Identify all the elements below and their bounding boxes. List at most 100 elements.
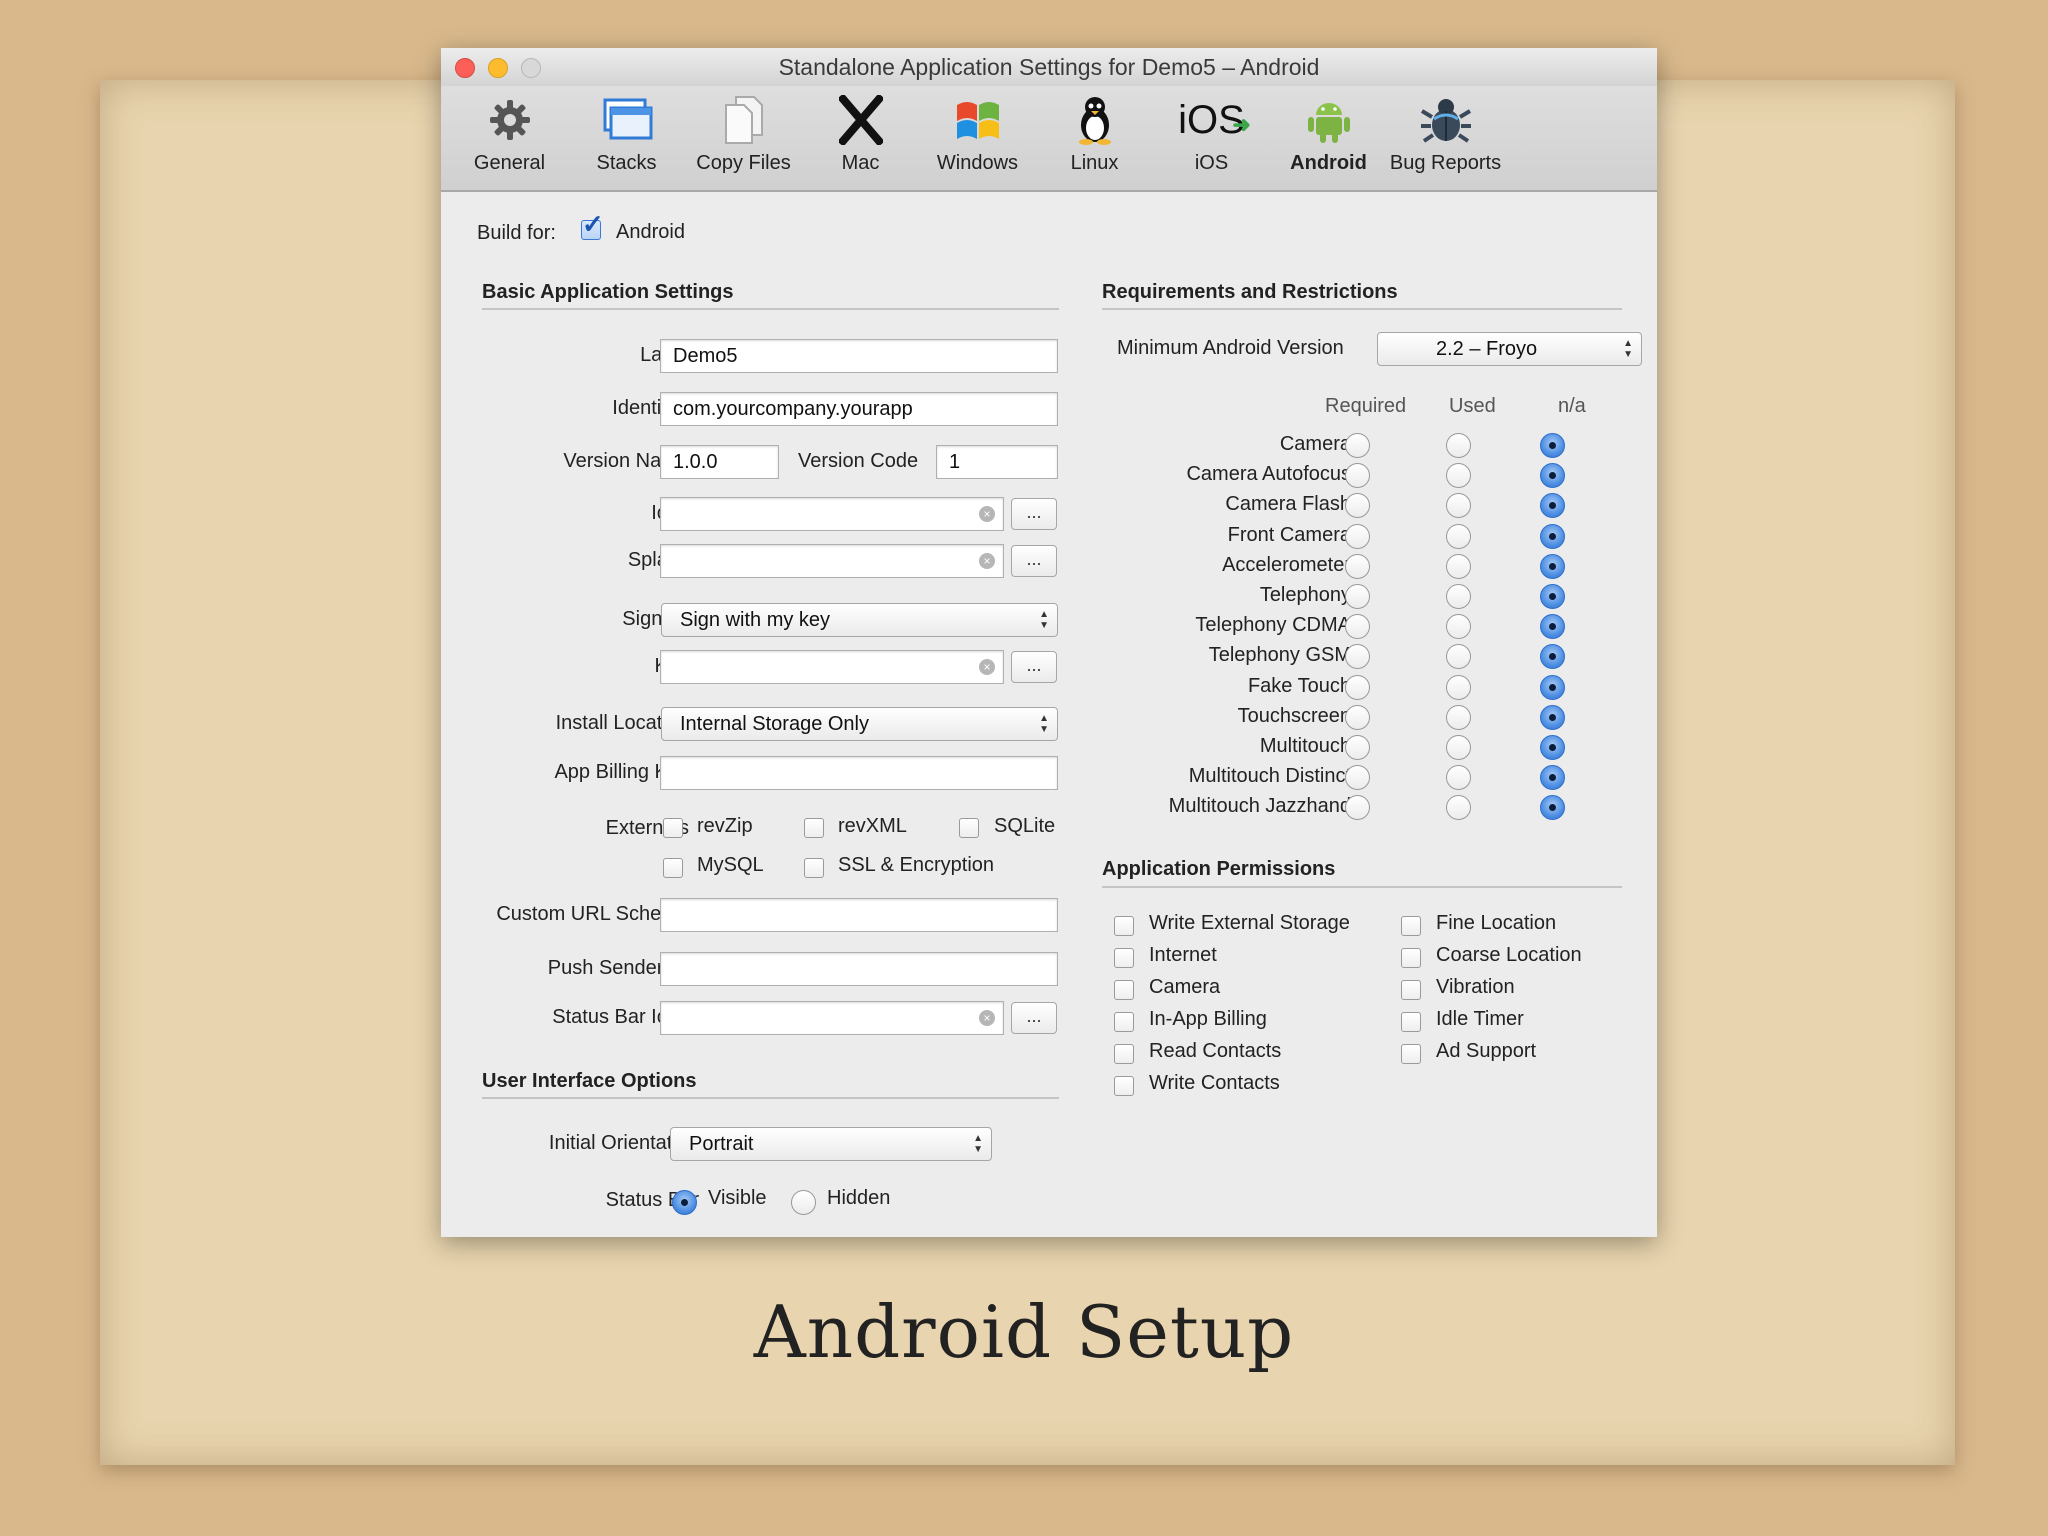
status-bar-visible-radio[interactable] — [672, 1190, 697, 1215]
tab-android[interactable]: Android — [1270, 86, 1387, 190]
permission-label: Idle Timer — [1436, 1008, 1524, 1030]
build-for-android-checkbox[interactable]: ✓ — [581, 211, 604, 240]
push-sender-id-input[interactable] — [660, 952, 1058, 986]
zoom-button[interactable] — [521, 58, 541, 78]
requirement-required-radio[interactable] — [1345, 584, 1370, 609]
requirement-na-radio[interactable] — [1540, 735, 1565, 760]
requirement-required-radio[interactable] — [1345, 553, 1370, 579]
requirement-used-radio[interactable] — [1446, 795, 1471, 821]
custom-url-scheme-label: Custom URL Scheme — [496, 903, 689, 925]
min-android-version-select[interactable]: 2.2 – Froyo ▲ ▼ — [1377, 332, 1642, 366]
requirement-used-radio[interactable] — [1446, 553, 1471, 579]
permission-checkbox[interactable] — [1401, 916, 1421, 936]
permission-checkbox[interactable] — [1401, 980, 1421, 1000]
requirement-used-radio[interactable] — [1446, 704, 1471, 730]
requirement-used-radio[interactable] — [1446, 463, 1471, 489]
tab-ios[interactable]: iOS ➜ iOS — [1153, 86, 1270, 190]
splash-field-label: Splash — [627, 549, 689, 571]
clear-icon[interactable]: × — [979, 553, 995, 569]
tab-copy-files-label: Copy Files — [696, 152, 791, 174]
permission-checkbox[interactable] — [1114, 916, 1134, 936]
requirement-required-radio[interactable] — [1345, 735, 1370, 760]
permission-checkbox[interactable] — [1114, 948, 1134, 968]
splash-input[interactable]: × — [660, 544, 1004, 578]
permission-checkbox[interactable] — [1114, 1012, 1134, 1032]
initial-orientation-select[interactable]: Portrait ▲ ▼ — [670, 1127, 992, 1161]
signing-select[interactable]: Sign with my key ▲ ▼ — [661, 603, 1058, 637]
permission-checkbox[interactable] — [1401, 1012, 1421, 1032]
permission-checkbox[interactable] — [1401, 948, 1421, 968]
permission-label: Write External Storage — [1149, 912, 1350, 934]
tab-stacks[interactable]: Stacks — [568, 86, 685, 190]
permission-checkbox[interactable] — [1401, 1044, 1421, 1064]
revxml-checkbox[interactable] — [804, 818, 824, 838]
requirement-na-radio[interactable] — [1540, 704, 1565, 730]
clear-icon[interactable]: × — [979, 1010, 995, 1026]
title-bar: Standalone Application Settings for Demo… — [441, 48, 1657, 86]
requirement-na-radio[interactable] — [1540, 584, 1565, 609]
tab-windows[interactable]: Windows — [919, 86, 1036, 190]
tab-bug-reports[interactable]: Bug Reports — [1387, 86, 1504, 190]
requirement-na-radio[interactable] — [1540, 493, 1565, 519]
requirement-used-radio[interactable] — [1446, 614, 1471, 640]
requirement-required-radio[interactable] — [1345, 493, 1370, 519]
requirement-required-radio[interactable] — [1345, 795, 1370, 821]
clear-icon[interactable]: × — [979, 506, 995, 522]
requirement-na-radio[interactable] — [1540, 463, 1565, 489]
permission-checkbox[interactable] — [1114, 1076, 1134, 1096]
requirement-used-radio[interactable] — [1446, 674, 1471, 700]
requirement-required-radio[interactable] — [1345, 704, 1370, 730]
install-location-select[interactable]: Internal Storage Only ▲ ▼ — [661, 707, 1058, 741]
close-button[interactable] — [455, 58, 475, 78]
custom-url-scheme-input[interactable] — [660, 898, 1058, 932]
requirement-used-radio[interactable] — [1446, 493, 1471, 519]
mysql-checkbox[interactable] — [663, 858, 683, 878]
key-input[interactable]: × — [660, 650, 1004, 684]
tab-android-label: Android — [1290, 152, 1367, 174]
requirement-used-radio[interactable] — [1446, 433, 1471, 458]
permission-checkbox[interactable] — [1114, 1044, 1134, 1064]
requirement-required-radio[interactable] — [1345, 674, 1370, 700]
minimize-button[interactable] — [488, 58, 508, 78]
requirement-na-radio[interactable] — [1540, 614, 1565, 640]
requirement-required-radio[interactable] — [1345, 644, 1370, 670]
requirement-required-radio[interactable] — [1345, 765, 1370, 791]
identifier-input[interactable]: com.yourcompany.yourapp — [660, 392, 1058, 426]
version-code-input[interactable]: 1 — [936, 445, 1058, 479]
requirement-na-radio[interactable] — [1540, 795, 1565, 821]
requirement-used-radio[interactable] — [1446, 584, 1471, 609]
requirement-required-radio[interactable] — [1345, 523, 1370, 549]
ssl-encryption-checkbox[interactable] — [804, 858, 824, 878]
requirement-na-radio[interactable] — [1540, 674, 1565, 700]
requirement-na-radio[interactable] — [1540, 523, 1565, 549]
tab-mac[interactable]: Mac — [802, 86, 919, 190]
requirement-na-radio[interactable] — [1540, 553, 1565, 579]
requirement-required-radio[interactable] — [1345, 463, 1370, 489]
requirement-required-radio[interactable] — [1345, 614, 1370, 640]
icon-input[interactable]: × — [660, 497, 1004, 531]
permission-checkbox[interactable] — [1114, 980, 1134, 1000]
tab-general[interactable]: General — [451, 86, 568, 190]
requirement-na-radio[interactable] — [1540, 765, 1565, 791]
min-android-version-label: Minimum Android Version — [1117, 337, 1344, 359]
app-billing-key-input[interactable] — [660, 756, 1058, 790]
version-name-input[interactable]: 1.0.0 — [660, 445, 779, 479]
label-input[interactable]: Demo5 — [660, 339, 1058, 373]
status-bar-icon-input[interactable]: × — [660, 1001, 1004, 1035]
sqlite-checkbox[interactable] — [959, 818, 979, 838]
requirement-used-radio[interactable] — [1446, 644, 1471, 670]
requirement-na-radio[interactable] — [1540, 644, 1565, 670]
clear-icon[interactable]: × — [979, 659, 995, 675]
requirement-na-radio[interactable] — [1540, 433, 1565, 458]
requirement-used-radio[interactable] — [1446, 523, 1471, 549]
tab-linux[interactable]: Linux — [1036, 86, 1153, 190]
requirement-used-radio[interactable] — [1446, 765, 1471, 791]
requirement-used-radio[interactable] — [1446, 735, 1471, 760]
status-bar-visible-label: Visible — [708, 1187, 767, 1209]
status-bar-hidden-radio[interactable] — [791, 1190, 816, 1215]
revzip-checkbox[interactable] — [663, 818, 683, 838]
status-bar-icon-browse-button[interactable]: ... — [1011, 1002, 1057, 1034]
requirement-label: Accelerometer — [1222, 553, 1351, 576]
tab-copy-files[interactable]: Copy Files — [685, 86, 802, 190]
requirement-required-radio[interactable] — [1345, 433, 1370, 458]
